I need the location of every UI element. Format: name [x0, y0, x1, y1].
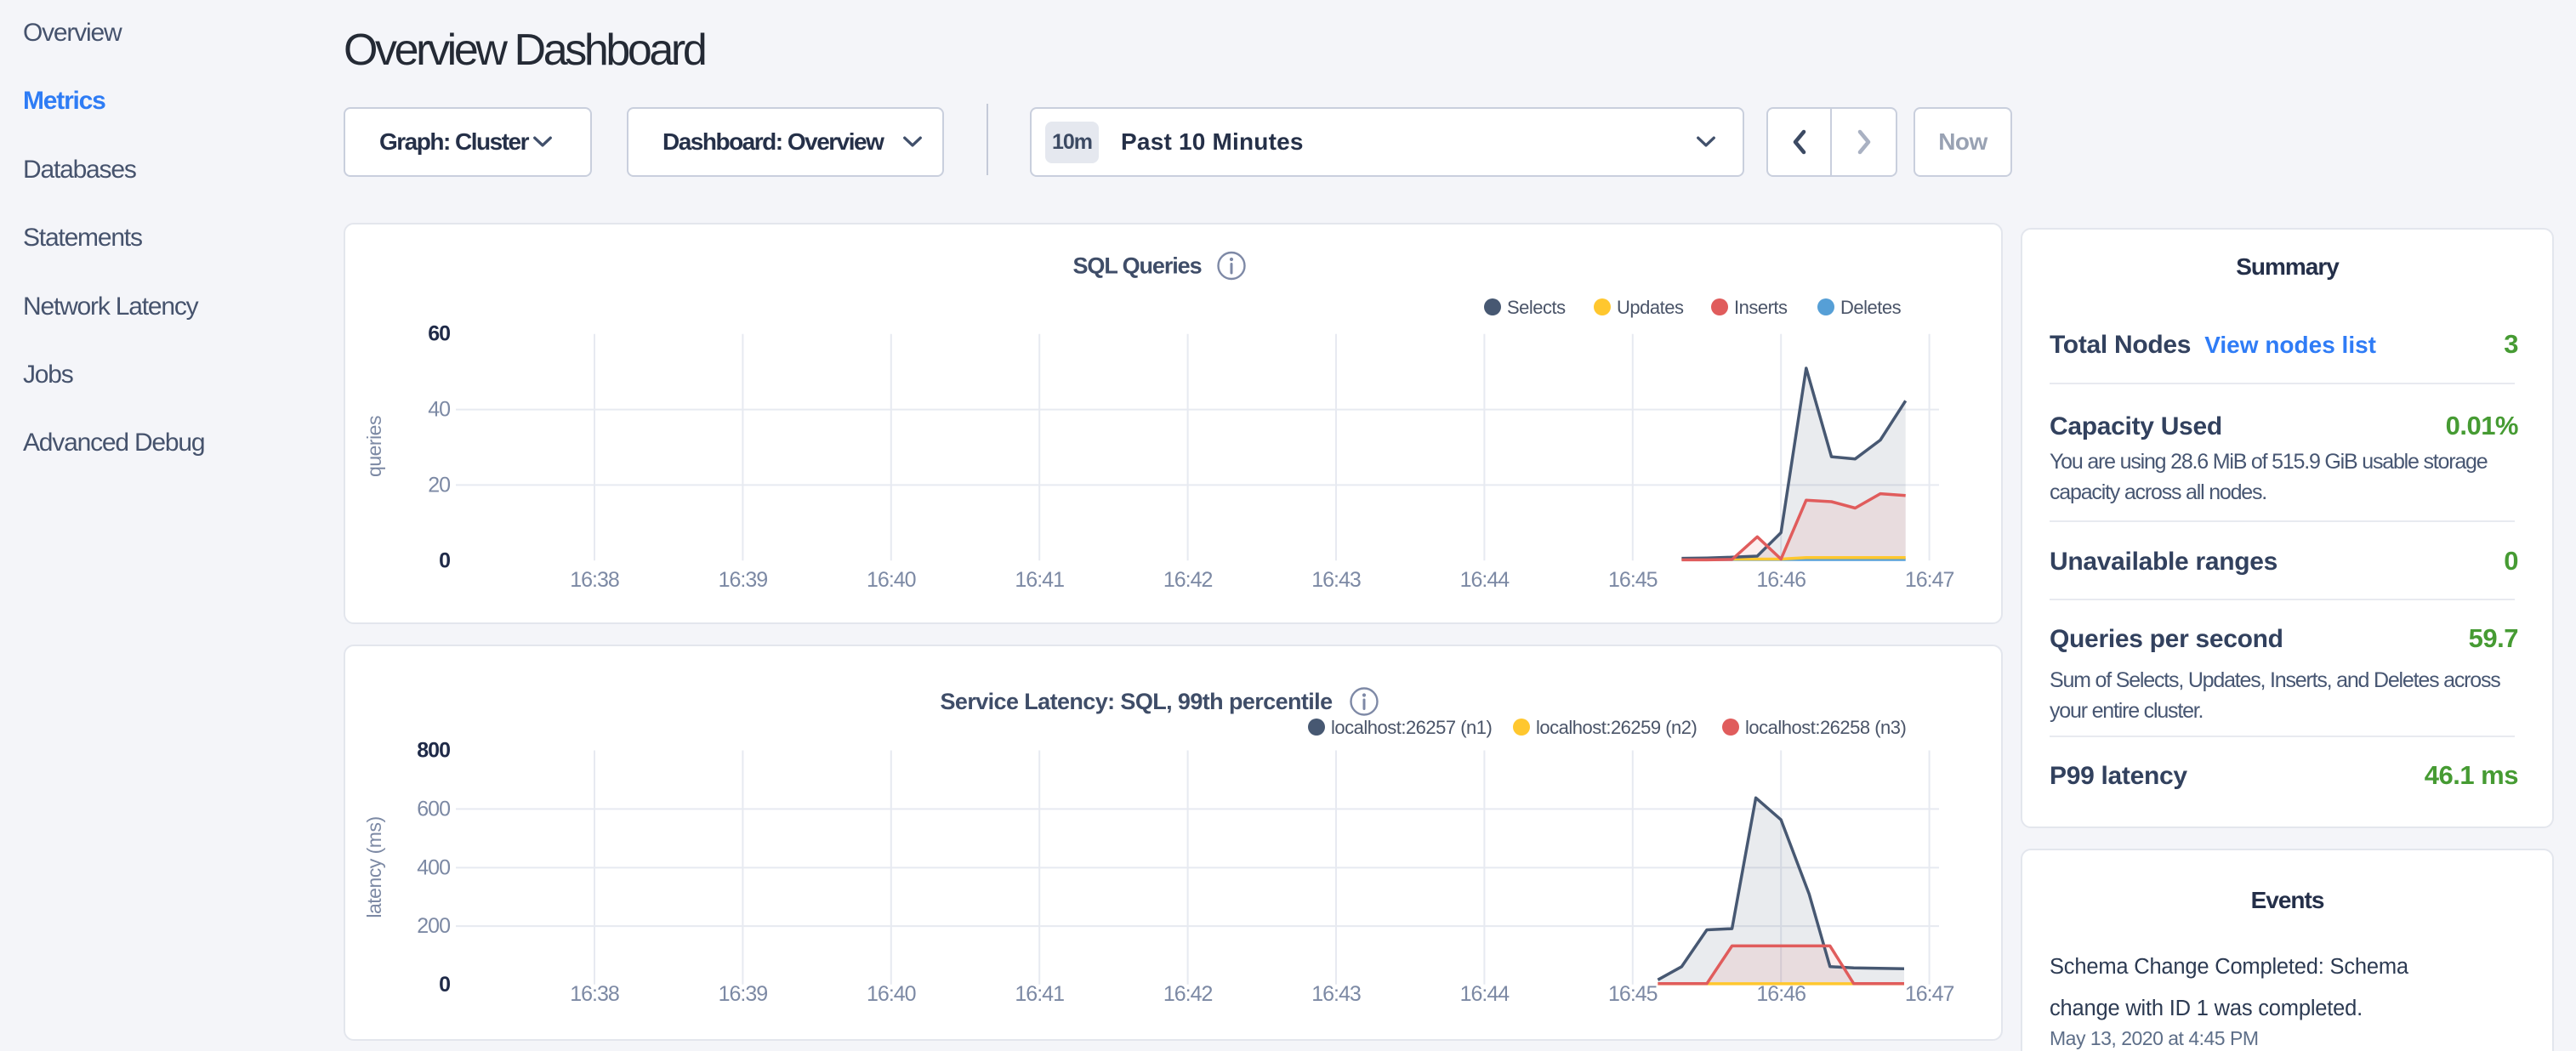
svg-text:16:44: 16:44: [1460, 982, 1510, 1006]
svg-text:queries: queries: [363, 416, 385, 477]
svg-text:Service Latency: SQL, 99th per: Service Latency: SQL, 99th percentile: [941, 689, 1333, 714]
svg-text:200: 200: [417, 914, 450, 938]
svg-text:16:43: 16:43: [1311, 982, 1361, 1006]
svg-text:Deletes: Deletes: [1840, 297, 1902, 318]
svg-text:40: 40: [428, 398, 450, 422]
svg-text:16:40: 16:40: [867, 568, 916, 592]
svg-text:16:39: 16:39: [719, 568, 768, 592]
svg-text:600: 600: [417, 797, 450, 821]
svg-text:0: 0: [439, 973, 450, 997]
svg-text:16:41: 16:41: [1015, 568, 1064, 592]
svg-text:Updates: Updates: [1617, 297, 1684, 318]
svg-text:16:39: 16:39: [719, 982, 768, 1006]
svg-text:400: 400: [417, 855, 450, 879]
svg-text:16:43: 16:43: [1311, 568, 1361, 592]
svg-text:16:47: 16:47: [1905, 568, 1954, 592]
svg-text:latency (ms): latency (ms): [363, 816, 385, 917]
svg-text:16:41: 16:41: [1015, 982, 1064, 1006]
svg-text:localhost:26257 (n1): localhost:26257 (n1): [1331, 717, 1492, 738]
svg-text:16:47: 16:47: [1905, 982, 1954, 1006]
svg-text:16:44: 16:44: [1460, 568, 1510, 592]
svg-text:16:45: 16:45: [1608, 982, 1658, 1006]
svg-text:800: 800: [417, 739, 450, 763]
svg-text:Selects: Selects: [1507, 297, 1566, 318]
svg-text:16:42: 16:42: [1163, 568, 1213, 592]
svg-text:16:46: 16:46: [1756, 568, 1805, 592]
svg-text:16:46: 16:46: [1756, 982, 1805, 1006]
svg-text:16:38: 16:38: [570, 982, 619, 1006]
svg-text:0: 0: [439, 548, 450, 572]
svg-text:16:40: 16:40: [867, 982, 916, 1006]
svg-text:60: 60: [428, 322, 450, 346]
svg-text:16:45: 16:45: [1608, 568, 1658, 592]
svg-text:16:42: 16:42: [1163, 982, 1213, 1006]
svg-text:Inserts: Inserts: [1734, 297, 1788, 318]
svg-text:localhost:26258 (n3): localhost:26258 (n3): [1745, 717, 1906, 738]
svg-text:20: 20: [428, 473, 450, 497]
svg-text:16:38: 16:38: [570, 568, 619, 592]
svg-text:SQL Queries: SQL Queries: [1073, 253, 1202, 279]
svg-text:localhost:26259 (n2): localhost:26259 (n2): [1536, 717, 1697, 738]
